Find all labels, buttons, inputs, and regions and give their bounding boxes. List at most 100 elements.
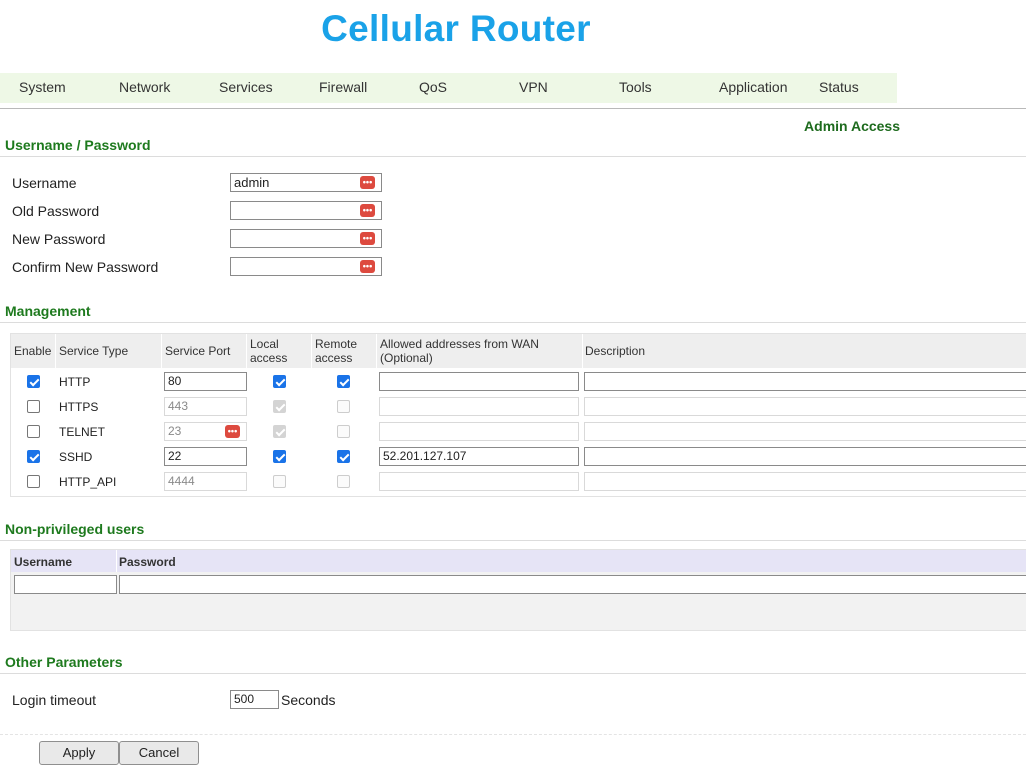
remote-access-checkbox[interactable] bbox=[337, 450, 350, 463]
enable-checkbox-https[interactable] bbox=[27, 400, 40, 413]
col-service-type: Service Type bbox=[59, 344, 129, 358]
section-title-management: Management bbox=[5, 303, 91, 319]
menu-item-tools[interactable]: Tools bbox=[619, 79, 652, 95]
section-title-other: Other Parameters bbox=[5, 654, 123, 670]
password-key-icon[interactable]: ••• bbox=[360, 176, 375, 189]
password-key-icon[interactable]: ••• bbox=[360, 260, 375, 273]
enable-checkbox-http-api[interactable] bbox=[27, 475, 40, 488]
service-port-value: 443 bbox=[168, 399, 189, 413]
section-divider bbox=[0, 322, 1026, 323]
allowed-addresses-value: 52.201.127.107 bbox=[383, 449, 467, 463]
management-table-header: Enable Service Type Service Port Local a… bbox=[11, 334, 1026, 368]
service-port-value: 23 bbox=[168, 424, 182, 438]
local-access-checkbox[interactable] bbox=[273, 425, 286, 438]
users-table: Username Password bbox=[10, 549, 1026, 631]
allowed-addresses-input[interactable] bbox=[379, 472, 579, 491]
section-title-credentials: Username / Password bbox=[5, 137, 151, 153]
description-input[interactable] bbox=[584, 372, 1026, 391]
password-key-icon[interactable]: ••• bbox=[225, 425, 240, 438]
menu-item-vpn[interactable]: VPN bbox=[519, 79, 548, 95]
local-access-checkbox[interactable] bbox=[273, 375, 286, 388]
service-port-input[interactable]: 23 ••• bbox=[164, 422, 247, 441]
page-heading: Admin Access bbox=[804, 118, 900, 134]
remote-access-checkbox[interactable] bbox=[337, 375, 350, 388]
local-access-checkbox[interactable] bbox=[273, 475, 286, 488]
col-enable: Enable bbox=[14, 344, 52, 358]
service-port-input[interactable]: 80 bbox=[164, 372, 247, 391]
password-key-icon[interactable]: ••• bbox=[360, 204, 375, 217]
user-password-input[interactable] bbox=[119, 575, 1026, 594]
col-local-access: Local access bbox=[250, 337, 288, 365]
local-access-checkbox[interactable] bbox=[273, 400, 286, 413]
old-password-input[interactable]: ••• bbox=[230, 201, 382, 220]
service-port-input[interactable]: 4444 bbox=[164, 472, 247, 491]
menu-item-application[interactable]: Application bbox=[719, 79, 788, 95]
login-timeout-value: 500 bbox=[234, 692, 255, 706]
enable-checkbox-sshd[interactable] bbox=[27, 450, 40, 463]
local-access-checkbox[interactable] bbox=[273, 450, 286, 463]
col-service-port: Service Port bbox=[165, 344, 231, 358]
menu-item-system[interactable]: System bbox=[19, 79, 66, 95]
username-label: Username bbox=[12, 175, 77, 191]
description-input[interactable] bbox=[584, 422, 1026, 441]
enable-checkbox-telnet[interactable] bbox=[27, 425, 40, 438]
users-table-header: Username Password bbox=[11, 550, 1026, 572]
password-key-icon[interactable]: ••• bbox=[360, 232, 375, 245]
menu-item-network[interactable]: Network bbox=[119, 79, 170, 95]
remote-access-checkbox[interactable] bbox=[337, 425, 350, 438]
col-remote-access: Remote access bbox=[315, 337, 358, 365]
table-row: TELNET 23 ••• bbox=[11, 419, 1026, 443]
confirm-password-input[interactable]: ••• bbox=[230, 257, 382, 276]
description-input[interactable] bbox=[584, 472, 1026, 491]
menu-divider bbox=[0, 108, 1026, 109]
service-port-value: 4444 bbox=[168, 474, 195, 488]
service-type: HTTP bbox=[59, 375, 91, 389]
main-menu-bar: System Network Services Firewall QoS VPN… bbox=[0, 73, 897, 103]
allowed-addresses-input[interactable]: 52.201.127.107 bbox=[379, 447, 579, 466]
menu-item-qos[interactable]: QoS bbox=[419, 79, 447, 95]
remote-access-checkbox[interactable] bbox=[337, 475, 350, 488]
section-divider bbox=[0, 156, 1026, 157]
service-port-value: 22 bbox=[168, 449, 182, 463]
col-description: Description bbox=[585, 344, 646, 358]
app-title: Cellular Router bbox=[321, 8, 591, 49]
section-title-users: Non-privileged users bbox=[5, 521, 145, 537]
table-row: HTTP 80 bbox=[11, 369, 1026, 393]
allowed-addresses-input[interactable] bbox=[379, 422, 579, 441]
allowed-addresses-input[interactable] bbox=[379, 397, 579, 416]
username-value: admin bbox=[234, 175, 270, 190]
table-row: SSHD 22 52.201.127.107 bbox=[11, 444, 1026, 468]
col-allowed-addresses: Allowed addresses from WAN (Optional) bbox=[380, 337, 539, 365]
col-username: Username bbox=[14, 555, 73, 569]
service-type: TELNET bbox=[59, 425, 106, 439]
menu-item-services[interactable]: Services bbox=[219, 79, 273, 95]
description-input[interactable] bbox=[584, 397, 1026, 416]
menu-item-firewall[interactable]: Firewall bbox=[319, 79, 367, 95]
cancel-button[interactable]: Cancel bbox=[119, 741, 199, 765]
description-input[interactable] bbox=[584, 447, 1026, 466]
old-password-label: Old Password bbox=[12, 203, 100, 219]
management-table: Enable Service Type Service Port Local a… bbox=[10, 333, 1026, 497]
apply-button[interactable]: Apply bbox=[39, 741, 119, 765]
service-type: SSHD bbox=[59, 450, 93, 464]
menu-item-status[interactable]: Status bbox=[819, 79, 859, 95]
section-divider bbox=[0, 673, 1026, 674]
username-input[interactable]: admin ••• bbox=[230, 173, 382, 192]
col-separator bbox=[116, 550, 117, 572]
service-port-value: 80 bbox=[168, 374, 182, 388]
footer-divider bbox=[0, 734, 1026, 735]
enable-checkbox-http[interactable] bbox=[27, 375, 40, 388]
user-username-input[interactable] bbox=[14, 575, 117, 594]
login-timeout-label: Login timeout bbox=[12, 692, 97, 708]
login-timeout-input[interactable]: 500 bbox=[230, 690, 279, 709]
service-type: HTTP_API bbox=[59, 475, 117, 489]
new-password-input[interactable]: ••• bbox=[230, 229, 382, 248]
service-port-input[interactable]: 443 bbox=[164, 397, 247, 416]
section-divider bbox=[0, 540, 1026, 541]
login-timeout-unit: Seconds bbox=[281, 692, 336, 708]
allowed-addresses-input[interactable] bbox=[379, 372, 579, 391]
remote-access-checkbox[interactable] bbox=[337, 400, 350, 413]
new-password-label: New Password bbox=[12, 231, 106, 247]
service-port-input[interactable]: 22 bbox=[164, 447, 247, 466]
table-row: HTTP_API 4444 bbox=[11, 469, 1026, 493]
